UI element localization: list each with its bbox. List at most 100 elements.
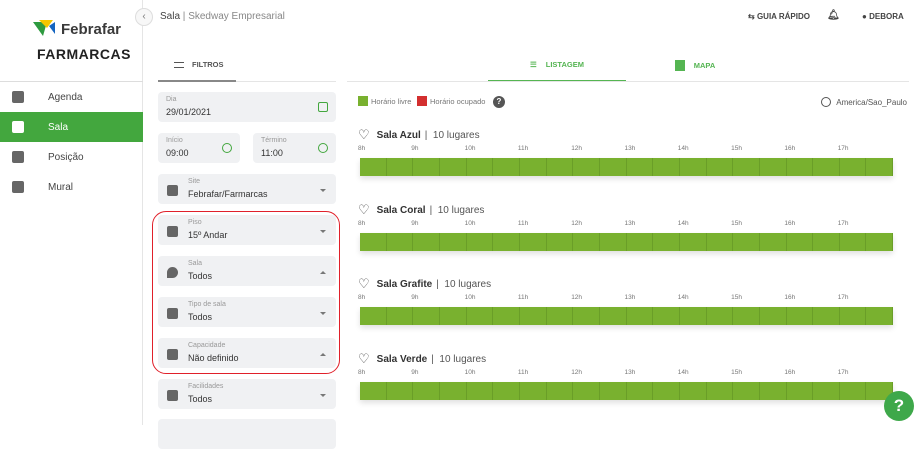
time-slot-free[interactable] [733,382,760,400]
time-slot-free[interactable] [520,233,547,251]
time-slot-free[interactable] [627,307,654,325]
time-slot-free[interactable] [760,158,787,176]
time-slot-free[interactable] [493,382,520,400]
time-slot-free[interactable] [653,233,680,251]
time-slot-free[interactable] [787,233,814,251]
tab-listagem[interactable]: ☰LISTAGEM [488,49,626,82]
time-slot-free[interactable] [707,158,734,176]
time-slot-free[interactable] [360,233,387,251]
calendar-icon[interactable] [318,102,328,112]
time-slot-free[interactable] [840,233,867,251]
time-slot-free[interactable] [760,382,787,400]
time-slot-free[interactable] [520,307,547,325]
time-slot-free[interactable] [413,158,440,176]
time-slot-free[interactable] [547,158,574,176]
time-slot-free[interactable] [760,233,787,251]
time-slot-free[interactable] [653,307,680,325]
room-select[interactable]: Sala Todos [158,256,336,286]
timezone[interactable]: America/Sao_Paulo [821,97,907,107]
time-slot-free[interactable] [600,307,627,325]
time-slot-free[interactable] [813,382,840,400]
time-slot-free[interactable] [573,382,600,400]
time-slot-free[interactable] [653,382,680,400]
time-slot-free[interactable] [493,233,520,251]
sidebar-item-posicao[interactable]: Posição [0,142,143,172]
time-slot-free[interactable] [547,382,574,400]
time-slot-free[interactable] [813,307,840,325]
time-slot-free[interactable] [493,158,520,176]
time-slot-free[interactable] [467,233,494,251]
sidebar-item-agenda[interactable]: Agenda [0,82,143,112]
more-filter-select[interactable] [158,419,336,449]
time-slot-free[interactable] [680,382,707,400]
time-slot-free[interactable] [627,233,654,251]
time-slot-free[interactable] [547,233,574,251]
time-slot-free[interactable] [840,307,867,325]
time-slot-free[interactable] [866,307,893,325]
time-slot-free[interactable] [360,158,387,176]
time-slot-free[interactable] [840,382,867,400]
time-slot-free[interactable] [573,307,600,325]
room-name[interactable]: Sala Verde [377,354,428,365]
time-slot-free[interactable] [813,233,840,251]
end-time-field[interactable]: Término 11:00 [253,133,336,163]
time-slot-free[interactable] [627,382,654,400]
time-slot-free[interactable] [360,382,387,400]
time-slot-free[interactable] [520,158,547,176]
clock-icon[interactable] [318,143,328,153]
help-icon[interactable]: ? [493,96,505,108]
user-menu[interactable]: ● DEBORA [862,12,904,21]
time-slot-free[interactable] [866,158,893,176]
time-slot-free[interactable] [360,307,387,325]
time-slot-free[interactable] [680,307,707,325]
time-slot-free[interactable] [680,233,707,251]
time-slot-free[interactable] [573,158,600,176]
collapse-sidebar-button[interactable]: ‹ [135,8,153,26]
heart-icon[interactable]: ♡ [358,127,370,143]
capacity-select[interactable]: Capacidade Não definido [158,338,336,368]
clock-icon[interactable] [222,143,232,153]
site-select[interactable]: Site Febrafar/Farmarcas [158,174,336,204]
time-slot-free[interactable] [733,158,760,176]
time-slot-free[interactable] [440,158,467,176]
time-slot-free[interactable] [787,382,814,400]
time-slot-free[interactable] [387,307,414,325]
time-slot-free[interactable] [413,307,440,325]
time-slot-free[interactable] [467,158,494,176]
room-name[interactable]: Sala Azul [377,130,421,141]
heart-icon[interactable]: ♡ [358,276,370,292]
quick-guide-button[interactable]: ⇆ GUIA RÁPIDO [748,12,810,21]
room-name[interactable]: Sala Grafite [377,279,433,290]
tab-filters[interactable]: FILTROS [158,49,236,82]
sidebar-item-mural[interactable]: Mural [0,172,143,202]
time-slot-free[interactable] [413,233,440,251]
time-slot-free[interactable] [600,158,627,176]
time-slot-free[interactable] [413,382,440,400]
time-slot-free[interactable] [787,158,814,176]
time-slot-free[interactable] [627,158,654,176]
time-slot-free[interactable] [813,158,840,176]
time-slot-free[interactable] [520,382,547,400]
time-slot-free[interactable] [493,307,520,325]
time-slot-free[interactable] [733,307,760,325]
time-slot-free[interactable] [387,158,414,176]
time-slot-free[interactable] [440,233,467,251]
time-slot-free[interactable] [707,233,734,251]
room-name[interactable]: Sala Coral [377,205,426,216]
time-slot-free[interactable] [467,382,494,400]
time-slot-free[interactable] [760,307,787,325]
time-slot-free[interactable] [573,233,600,251]
help-fab-button[interactable]: ? [884,391,914,421]
time-slot-free[interactable] [600,382,627,400]
time-slot-free[interactable] [707,382,734,400]
time-slot-free[interactable] [840,158,867,176]
time-slot-free[interactable] [787,307,814,325]
time-slot-free[interactable] [467,307,494,325]
start-time-field[interactable]: Início 09:00 [158,133,240,163]
time-slot-free[interactable] [680,158,707,176]
time-slot-free[interactable] [707,307,734,325]
bell-icon[interactable]: 🔔︎ [827,10,840,21]
heart-icon[interactable]: ♡ [358,202,370,218]
floor-select[interactable]: Piso 15º Andar [158,215,336,245]
time-slot-free[interactable] [600,233,627,251]
